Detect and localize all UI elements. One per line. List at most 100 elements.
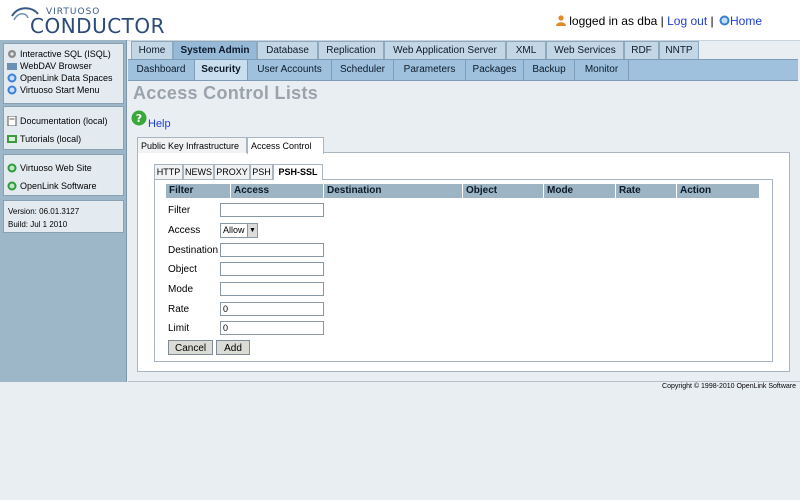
tab-proxy[interactable]: PROXY xyxy=(214,164,250,179)
add-button[interactable]: Add xyxy=(216,340,250,355)
mode-label: Mode xyxy=(168,284,194,295)
column-header-mode: Mode xyxy=(544,184,616,198)
tab-backup[interactable]: Backup xyxy=(524,60,575,80)
help-icon: ? xyxy=(131,110,147,126)
tab-web-services[interactable]: Web Services xyxy=(546,41,624,59)
limit-label: Limit xyxy=(168,323,190,334)
column-header-filter: Filter xyxy=(166,184,231,198)
sidebar-item-webdav[interactable]: WebDAV Browser xyxy=(4,60,123,72)
separator: | xyxy=(710,14,714,28)
home-link[interactable]: Home xyxy=(730,14,762,28)
tab-replication[interactable]: Replication xyxy=(318,41,384,59)
destination-input[interactable] xyxy=(220,243,324,257)
globe-icon xyxy=(7,73,17,83)
column-header-destination: Destination xyxy=(324,184,463,198)
sidebar-group-tools: Interactive SQL (ISQL) WebDAV Browser Op… xyxy=(3,43,124,104)
sidebar-item-label: Documentation (local) xyxy=(20,116,108,126)
access-label: Access xyxy=(168,225,201,236)
globe-icon xyxy=(7,85,17,95)
tab-packages[interactable]: Packages xyxy=(466,60,524,80)
tab-news[interactable]: NEWS xyxy=(183,164,214,179)
home-globe-icon xyxy=(719,15,730,26)
tab-psh[interactable]: PSH xyxy=(250,164,273,179)
tab-xml[interactable]: XML xyxy=(506,41,546,59)
sidebar-item-tutorials[interactable]: Tutorials (local) xyxy=(4,133,123,145)
separator: | xyxy=(660,14,664,28)
sidebar-item-label: WebDAV Browser xyxy=(20,61,92,71)
sidebar-item-isql[interactable]: Interactive SQL (ISQL) xyxy=(4,48,123,60)
tab-nntp[interactable]: NNTP xyxy=(659,41,699,59)
sidebar-group-docs: Documentation (local) Tutorials (local) xyxy=(3,106,124,150)
rate-label: Rate xyxy=(168,304,190,315)
tab-home[interactable]: Home xyxy=(131,41,173,59)
sidebar-item-label: Virtuoso Web Site xyxy=(20,163,92,173)
help-label[interactable]: Help xyxy=(148,118,171,130)
tab-monitor[interactable]: Monitor xyxy=(575,60,629,80)
tab-public-key-infrastructure[interactable]: Public Key Infrastructure xyxy=(137,137,247,153)
tab-parameters[interactable]: Parameters xyxy=(394,60,466,80)
sidebar-item-label: Virtuoso Start Menu xyxy=(20,85,100,95)
limit-input[interactable] xyxy=(220,321,324,335)
object-label: Object xyxy=(168,264,197,275)
acl-table-header: Filter Access Destination Object Mode Ra… xyxy=(166,184,760,198)
tab-web-application-server[interactable]: Web Application Server xyxy=(384,41,506,59)
sub-tabs: Dashboard Security User Accounts Schedul… xyxy=(128,59,798,81)
sidebar-item-documentation[interactable]: Documentation (local) xyxy=(4,115,123,127)
svg-text:?: ? xyxy=(136,112,142,125)
filter-input[interactable] xyxy=(220,203,324,217)
logout-link[interactable]: Log out xyxy=(667,14,707,28)
sidebar-group-links: Virtuoso Web Site OpenLink Software xyxy=(3,154,124,196)
user-bar: logged in as dba | Log out | Home xyxy=(555,14,762,28)
virtuoso-logo[interactable]: VIRTUOSO CONDUCTOR xyxy=(8,4,165,38)
tab-rdf[interactable]: RDF xyxy=(624,41,659,59)
footer-copyright: Copyright © 1998-2010 OpenLink Software xyxy=(662,383,796,390)
sidebar-item-label: Interactive SQL (ISQL) xyxy=(20,49,111,59)
version-text: Version: 06.01.3127 xyxy=(8,207,80,216)
logged-in-text: logged in as dba xyxy=(569,14,658,28)
sidebar: Interactive SQL (ISQL) WebDAV Browser Op… xyxy=(0,40,127,382)
destination-label: Destination xyxy=(168,245,219,256)
user-icon xyxy=(556,15,567,26)
document-icon xyxy=(7,116,17,126)
tab-access-control[interactable]: Access Control xyxy=(247,137,324,154)
globe-icon xyxy=(7,181,17,191)
sidebar-item-label: OpenLink Software xyxy=(20,181,97,191)
rate-input[interactable] xyxy=(220,302,324,316)
logo-big-text: CONDUCTOR xyxy=(30,14,166,38)
column-header-action: Action xyxy=(677,184,760,198)
tab-dashboard[interactable]: Dashboard xyxy=(128,60,195,80)
build-text: Build: Jul 1 2010 xyxy=(8,220,68,229)
folder-icon xyxy=(7,63,17,70)
sidebar-item-label: OpenLink Data Spaces xyxy=(20,73,113,83)
cancel-button[interactable]: Cancel xyxy=(168,340,213,355)
tab-database[interactable]: Database xyxy=(257,41,318,59)
sidebar-item-openlink[interactable]: OpenLink Software xyxy=(4,180,123,192)
page-bottom xyxy=(0,382,800,500)
tutorial-icon xyxy=(7,135,17,143)
chevron-down-icon: ▼ xyxy=(247,224,257,237)
sidebar-item-ods[interactable]: OpenLink Data Spaces xyxy=(4,72,123,84)
gear-icon xyxy=(8,50,16,58)
page-title: Access Control Lists xyxy=(133,83,319,103)
sidebar-item-virtuoso-site[interactable]: Virtuoso Web Site xyxy=(4,162,123,174)
header-bar: VIRTUOSO CONDUCTOR logged in as dba | Lo… xyxy=(0,0,800,41)
footer-divider xyxy=(128,381,800,382)
tab-psh-ssl[interactable]: PSH-SSL xyxy=(273,164,323,180)
sidebar-version-box: Version: 06.01.3127 Build: Jul 1 2010 xyxy=(3,200,124,233)
access-select[interactable]: Allow ▼ xyxy=(220,223,258,238)
tab-system-admin[interactable]: System Admin xyxy=(173,41,257,59)
column-header-access: Access xyxy=(231,184,324,198)
sidebar-item-start-menu[interactable]: Virtuoso Start Menu xyxy=(4,84,123,96)
tab-http[interactable]: HTTP xyxy=(154,164,183,179)
tab-scheduler[interactable]: Scheduler xyxy=(332,60,394,80)
object-input[interactable] xyxy=(220,262,324,276)
column-header-object: Object xyxy=(463,184,544,198)
access-select-value: Allow xyxy=(223,225,245,235)
tab-user-accounts[interactable]: User Accounts xyxy=(248,60,332,80)
filter-label: Filter xyxy=(168,205,191,216)
tab-security[interactable]: Security xyxy=(195,60,248,80)
sidebar-item-label: Tutorials (local) xyxy=(20,134,82,144)
mode-input[interactable] xyxy=(220,282,324,296)
column-header-rate: Rate xyxy=(616,184,677,198)
globe-icon xyxy=(7,163,17,173)
